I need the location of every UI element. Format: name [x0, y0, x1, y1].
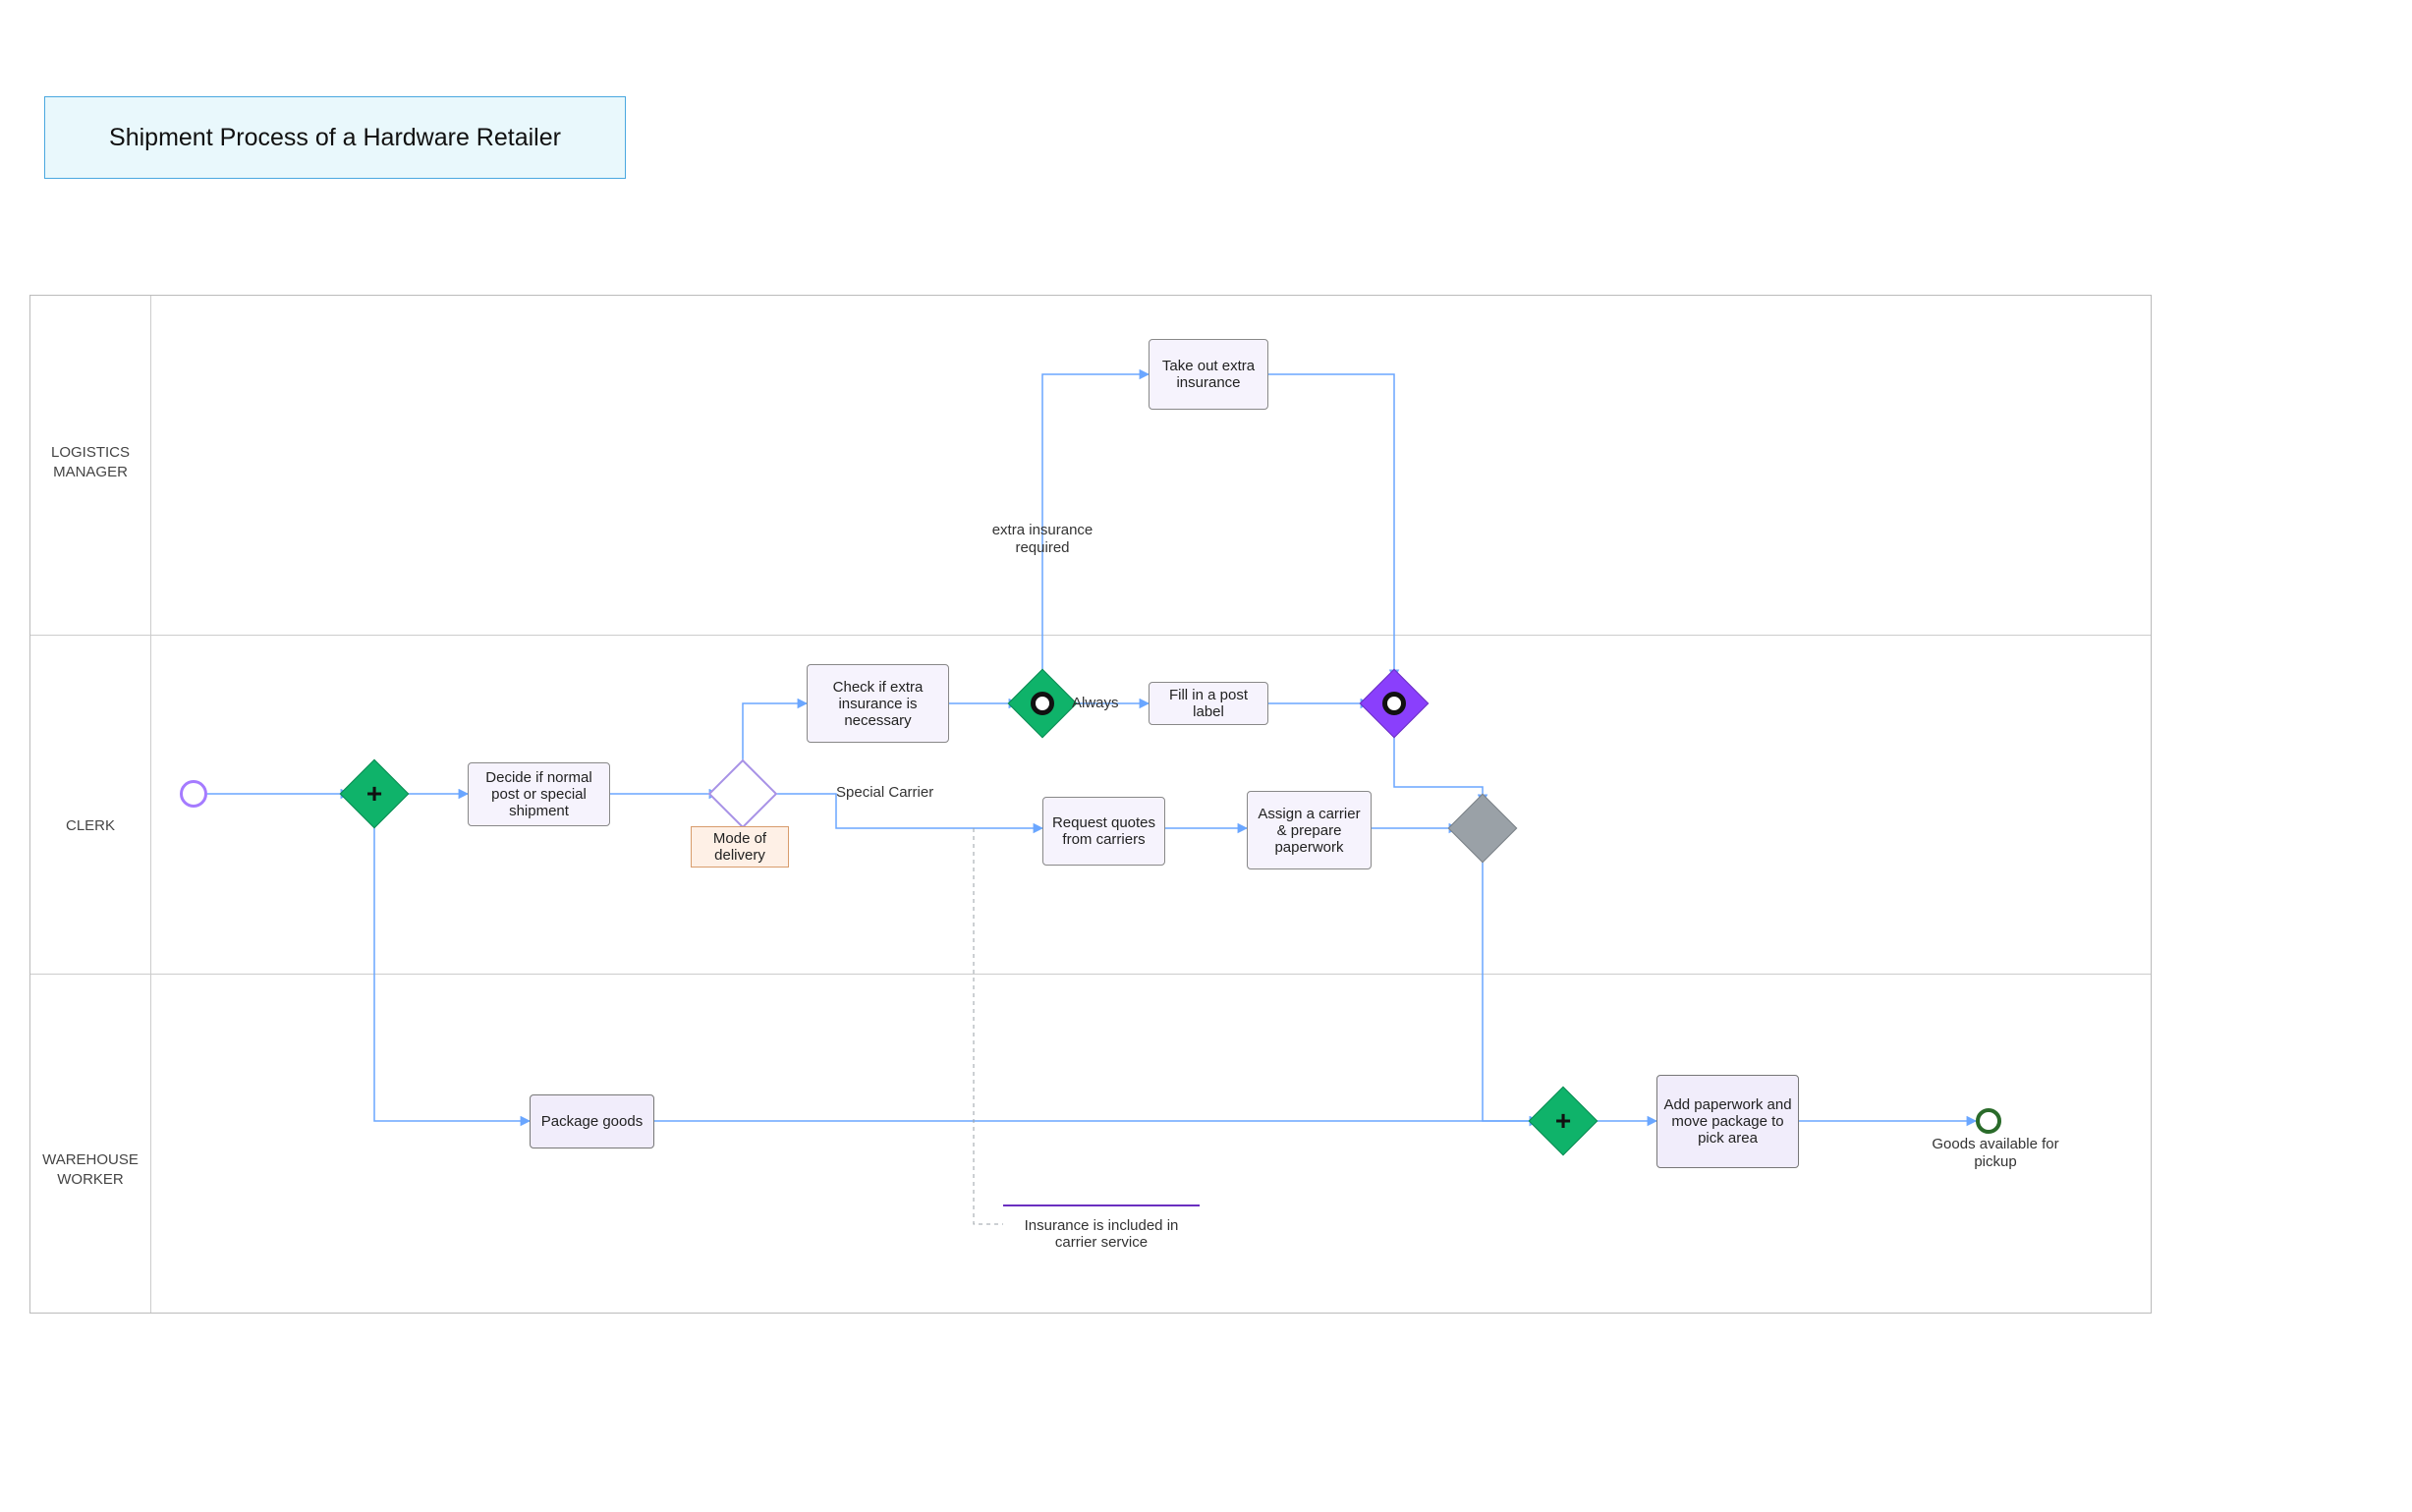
lane-label-logistics: LOGISTICS MANAGER — [30, 443, 150, 481]
edge-label-special-text: Special Carrier — [836, 784, 933, 801]
ring-icon-2 — [1382, 692, 1406, 715]
lane-divider-1 — [30, 635, 2151, 636]
task-extra-insurance-label: Take out extra insurance — [1153, 358, 1263, 391]
task-check-insurance-label: Check if extra insurance is necessary — [812, 679, 944, 729]
edge-label-extra-required-text: extra insurance required — [992, 522, 1094, 556]
lane-label-logistics-text: LOGISTICS MANAGER — [51, 444, 130, 480]
text-annotation: Insurance is included in carrier service — [1003, 1204, 1200, 1259]
canvas: Shipment Process of a Hardware Retailer … — [0, 0, 2412, 1512]
task-package-goods[interactable]: Package goods — [530, 1094, 654, 1148]
text-annotation-text: Insurance is included in carrier service — [1007, 1217, 1196, 1251]
edge-label-extra-required: extra insurance required — [969, 522, 1116, 557]
bpmn-pool: LOGISTICS MANAGER CLERK WAREHOUSE WORKER — [29, 295, 2152, 1314]
start-event[interactable] — [180, 780, 207, 808]
ring-icon — [1031, 692, 1054, 715]
task-decide[interactable]: Decide if normal post or special shipmen… — [468, 762, 610, 826]
lane-label-warehouse: WAREHOUSE WORKER — [30, 1150, 150, 1189]
annotation-mode-text: Mode of delivery — [696, 830, 784, 864]
lane-label-clerk: CLERK — [30, 816, 150, 836]
exclusive-gateway[interactable] — [708, 759, 778, 829]
exclusive-merge-gateway[interactable] — [1448, 794, 1518, 864]
parallel-gateway-split[interactable]: + — [340, 759, 410, 829]
parallel-gateway-join[interactable]: + — [1529, 1087, 1599, 1156]
plus-icon-2: + — [1555, 1107, 1571, 1135]
task-check-insurance[interactable]: Check if extra insurance is necessary — [807, 664, 949, 743]
task-add-paperwork[interactable]: Add paperwork and move package to pick a… — [1656, 1075, 1799, 1168]
task-package-goods-label: Package goods — [541, 1113, 643, 1130]
task-extra-insurance[interactable]: Take out extra insurance — [1149, 339, 1268, 410]
edge-label-special: Special Carrier — [836, 784, 933, 802]
lane-label-warehouse-text: WAREHOUSE WORKER — [42, 1151, 139, 1188]
task-fill-label[interactable]: Fill in a post label — [1149, 682, 1268, 725]
edge-label-end: Goods available for pickup — [1927, 1136, 2064, 1171]
plus-icon: + — [366, 780, 382, 808]
edge-label-end-text: Goods available for pickup — [1932, 1136, 2058, 1170]
lane-divider-2 — [30, 974, 2151, 975]
lane-label-clerk-text: CLERK — [66, 817, 115, 834]
end-event[interactable] — [1976, 1108, 2001, 1134]
lane-header-divider — [150, 296, 151, 1313]
task-assign-carrier-label: Assign a carrier & prepare paperwork — [1252, 806, 1367, 856]
task-request-quotes[interactable]: Request quotes from carriers — [1042, 797, 1165, 866]
task-add-paperwork-label: Add paperwork and move package to pick a… — [1661, 1096, 1794, 1147]
edge-label-always: Always — [1072, 695, 1119, 712]
task-fill-label-label: Fill in a post label — [1153, 687, 1263, 720]
diagram-title: Shipment Process of a Hardware Retailer — [44, 96, 626, 179]
task-request-quotes-label: Request quotes from carriers — [1047, 814, 1160, 848]
edge-label-always-text: Always — [1072, 695, 1119, 711]
annotation-mode: Mode of delivery — [691, 826, 789, 868]
task-assign-carrier[interactable]: Assign a carrier & prepare paperwork — [1247, 791, 1372, 869]
diagram-title-text: Shipment Process of a Hardware Retailer — [109, 124, 561, 152]
task-decide-label: Decide if normal post or special shipmen… — [473, 769, 605, 819]
